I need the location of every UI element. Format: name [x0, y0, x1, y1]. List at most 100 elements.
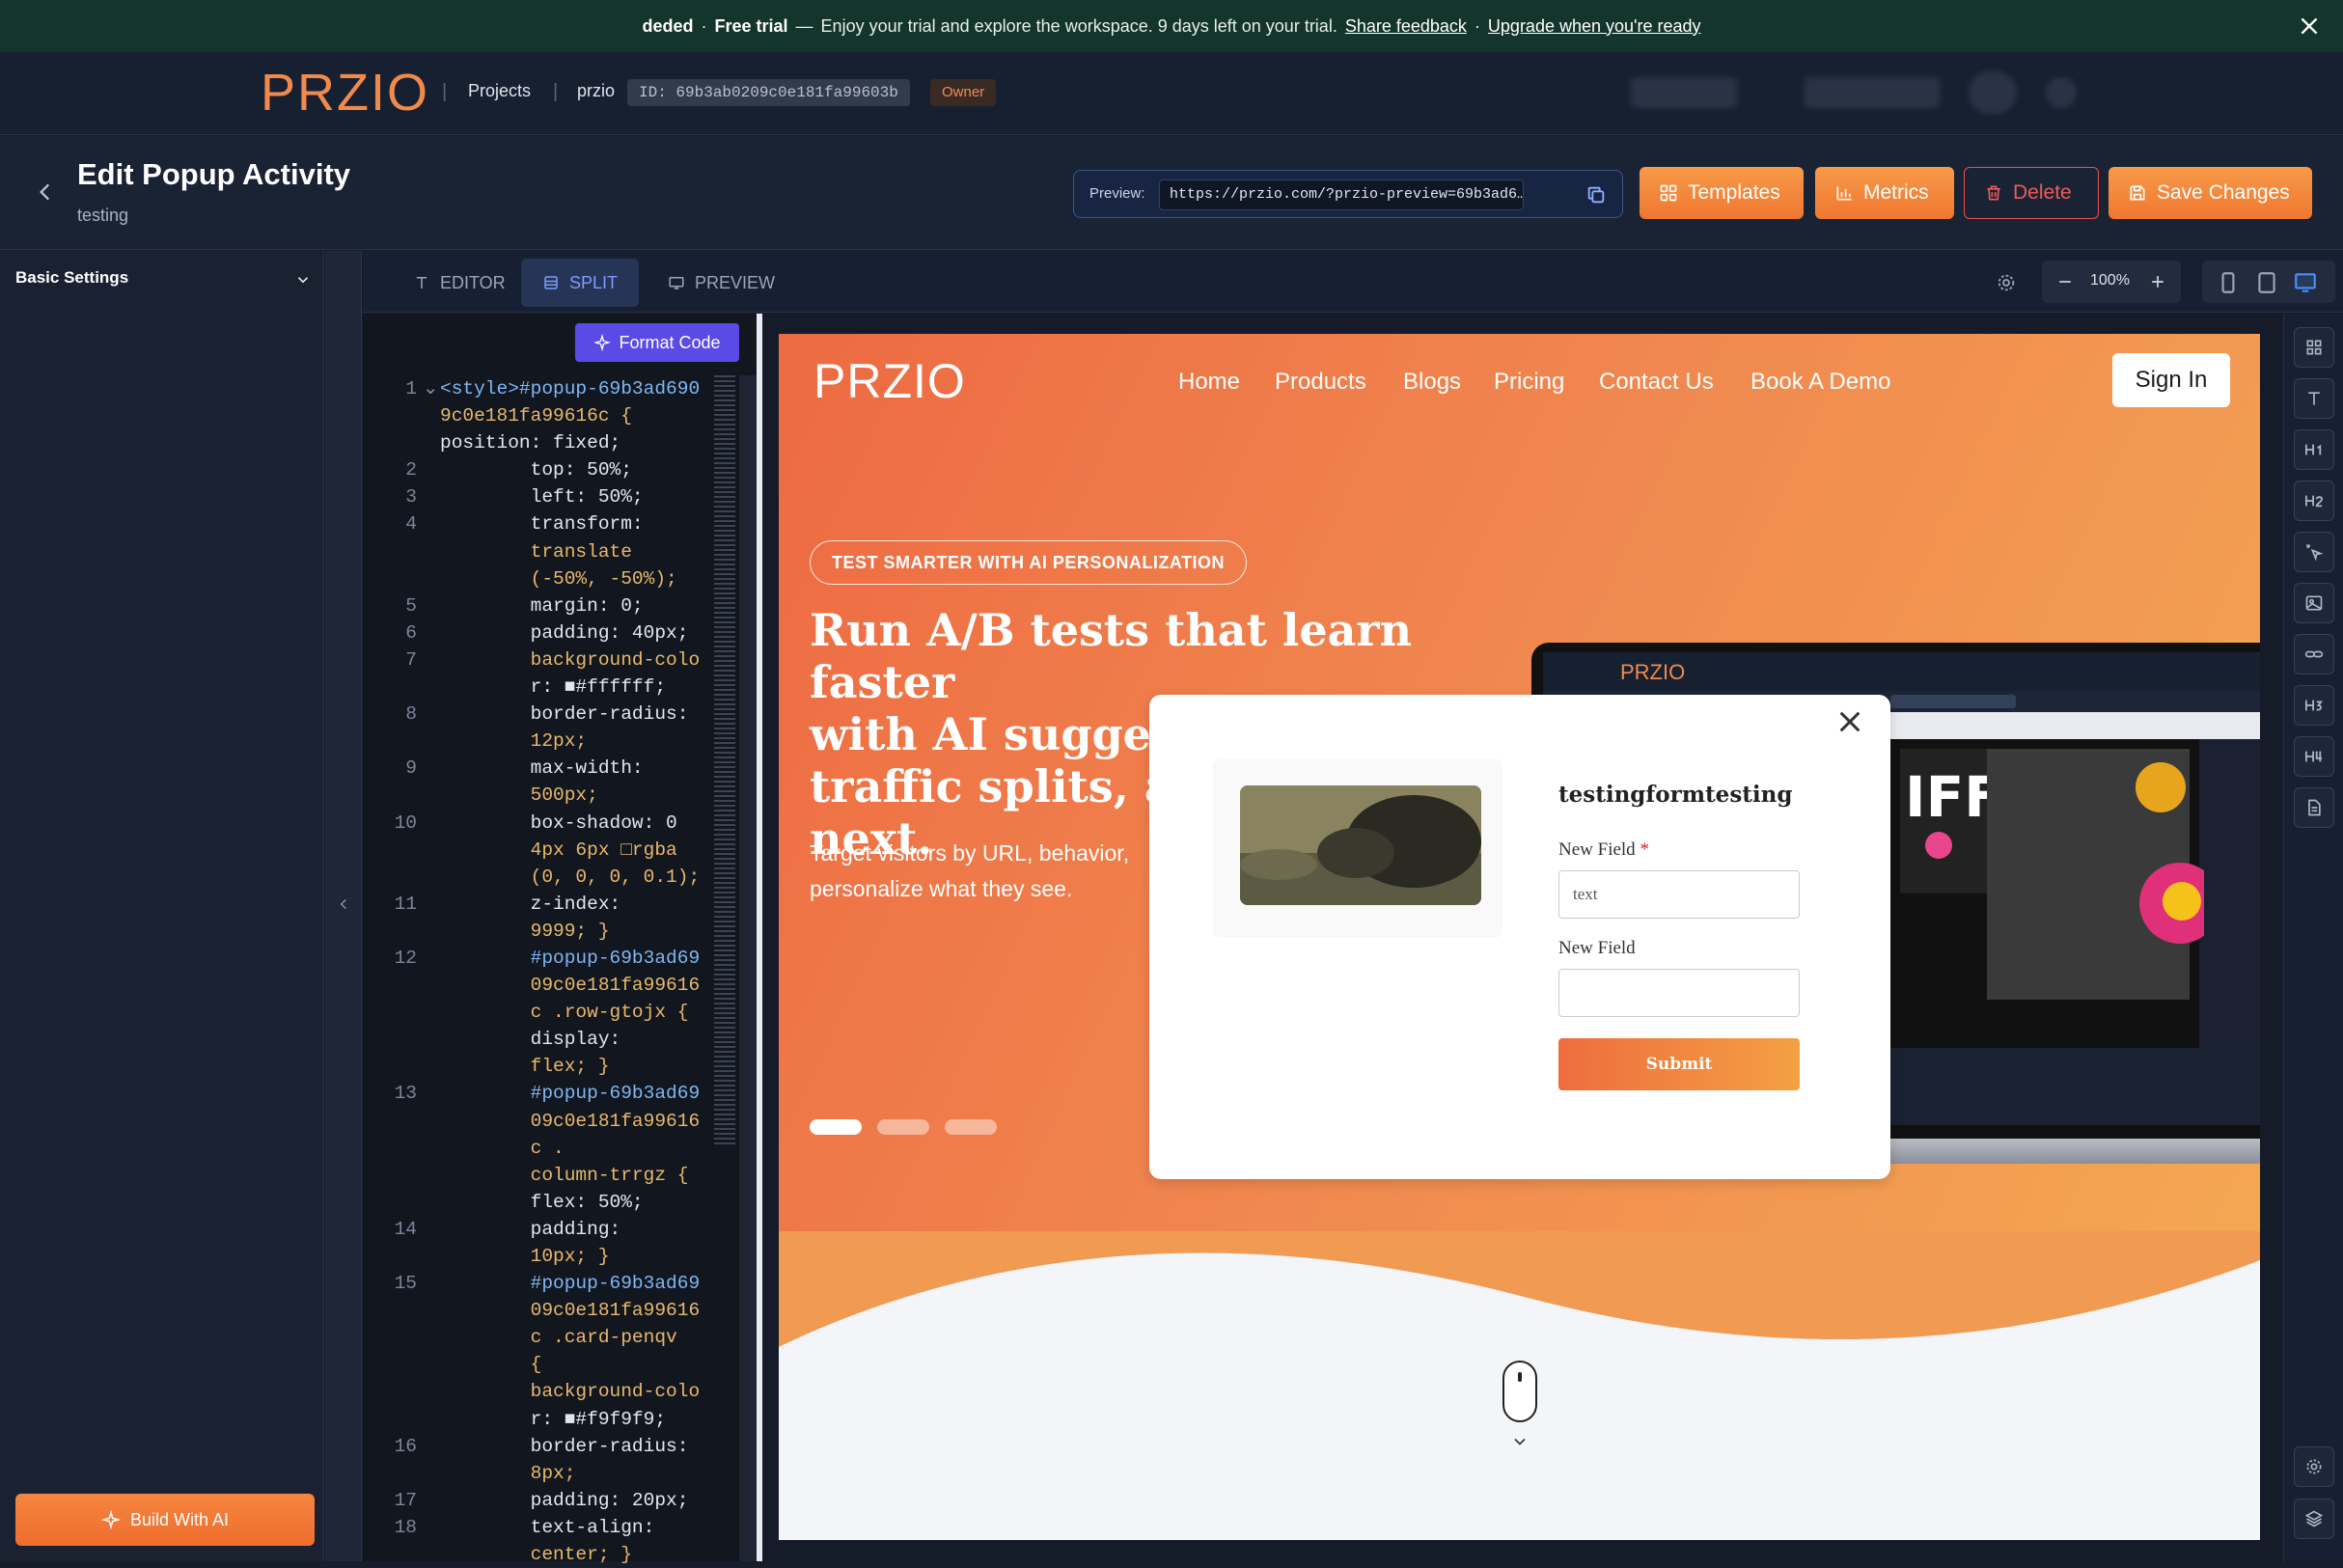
zoom-in-icon[interactable]	[2148, 272, 2167, 291]
code-line[interactable]: 11 z-index:	[363, 891, 730, 918]
code-line[interactable]: r: ■#f9f9f9;	[363, 1406, 730, 1433]
website-preview[interactable]: PRZIO Home Products Blogs Pricing Contac…	[779, 334, 2260, 1540]
code-line[interactable]: 2 top: 50%;	[363, 456, 730, 483]
code-line[interactable]: 10 box-shadow: 0	[363, 810, 730, 837]
code-line[interactable]: 15 #popup-69b3ad69	[363, 1270, 730, 1297]
share-feedback-link[interactable]: Share feedback	[1345, 16, 1467, 37]
code-line[interactable]: r: ■#ffffff;	[363, 674, 730, 701]
code-line[interactable]: 9999; }	[363, 918, 730, 945]
code-line[interactable]: {	[363, 1351, 730, 1378]
field1-input[interactable]: text	[1558, 870, 1800, 919]
chevron-down-icon[interactable]	[294, 271, 312, 289]
h1-block-button[interactable]	[2294, 429, 2334, 470]
code-scrollbar[interactable]	[739, 375, 757, 1561]
zoom-out-icon[interactable]	[2055, 272, 2075, 291]
close-icon[interactable]	[2297, 14, 2322, 39]
carousel-dot[interactable]	[945, 1119, 997, 1135]
code-line[interactable]: 9c0e181fa99616c {	[363, 402, 730, 429]
code-line[interactable]: 17 padding: 20px;	[363, 1487, 730, 1514]
h4-block-button[interactable]	[2294, 736, 2334, 777]
code-line[interactable]: c .card-penqv	[363, 1324, 730, 1351]
code-line[interactable]: 4 transform:	[363, 510, 730, 537]
form-block-button[interactable]	[2294, 787, 2334, 828]
build-with-ai-button[interactable]: Build With AI	[15, 1494, 315, 1546]
code-line[interactable]: translate	[363, 538, 730, 565]
close-icon[interactable]	[1834, 706, 1865, 737]
metrics-button[interactable]: Metrics	[1815, 167, 1954, 219]
link-block-button[interactable]	[2294, 634, 2334, 674]
code-line[interactable]: 7 background-colo	[363, 646, 730, 674]
copy-icon[interactable]	[1585, 184, 1607, 206]
carousel-dot-active[interactable]	[810, 1119, 862, 1135]
preview-url-field[interactable]: https://przio.com/?przio-preview=69b3ad6…	[1159, 179, 1524, 210]
code-line[interactable]: display:	[363, 1026, 730, 1053]
code-line[interactable]: 10px; }	[363, 1243, 730, 1270]
layers-button[interactable]	[2294, 1499, 2334, 1539]
code-line[interactable]: 12 #popup-69b3ad69	[363, 945, 730, 972]
code-line[interactable]: 09c0e181fa99616	[363, 1108, 730, 1135]
przio-logo[interactable]: PRZIO	[261, 64, 429, 122]
code-line[interactable]: 16 border-radius:	[363, 1433, 730, 1460]
image-block-button[interactable]	[2294, 583, 2334, 623]
project-name[interactable]: przio	[577, 81, 615, 101]
site-nav-home[interactable]: Home	[1178, 369, 1240, 396]
code-line[interactable]: 14 padding:	[363, 1216, 730, 1243]
blurred-nav-item[interactable]	[1631, 77, 1737, 108]
fold-chevron-icon[interactable]: ⌄	[417, 375, 440, 402]
code-line[interactable]: 500px;	[363, 782, 730, 809]
code-line[interactable]: 3 left: 50%;	[363, 483, 730, 510]
code-line[interactable]: c .row-gtojx {	[363, 999, 730, 1026]
code-line[interactable]: 6 padding: 40px;	[363, 619, 730, 646]
format-code-button[interactable]: Format Code	[575, 323, 739, 362]
submit-button[interactable]: Submit	[1558, 1038, 1800, 1090]
tab-editor[interactable]: EDITOR	[392, 259, 527, 307]
code-line[interactable]: 8 border-radius:	[363, 701, 730, 728]
code-line[interactable]: 1 ⌄ <style>#popup-69b3ad690	[363, 375, 730, 402]
settings-button[interactable]	[2294, 1446, 2334, 1487]
sidebar-collapse-rail[interactable]	[325, 251, 362, 1561]
templates-button[interactable]: Templates	[1640, 167, 1804, 219]
save-changes-button[interactable]: Save Changes	[2109, 167, 2312, 219]
menu-icon[interactable]	[2046, 77, 2077, 108]
code-line[interactable]: 09c0e181fa99616	[363, 1297, 730, 1324]
tab-split[interactable]: SPLIT	[521, 259, 640, 307]
tablet-icon[interactable]	[2254, 270, 2279, 295]
projects-link[interactable]: Projects	[468, 81, 531, 101]
site-logo[interactable]: PRZIO	[813, 353, 966, 409]
code-editor-panel[interactable]: Format Code 1 ⌄ <style>#popup-69b3ad690 9c0…	[363, 314, 758, 1565]
site-nav-pricing[interactable]: Pricing	[1494, 369, 1564, 396]
code-line[interactable]: column-trrgz {	[363, 1162, 730, 1189]
h3-block-button[interactable]	[2294, 685, 2334, 726]
avatar[interactable]	[1969, 71, 2017, 114]
code-lines[interactable]: 1 ⌄ <style>#popup-69b3ad690 9c0e181fa99616c…	[363, 375, 730, 1568]
gear-icon[interactable]	[1996, 272, 2017, 293]
site-nav-blogs[interactable]: Blogs	[1403, 369, 1461, 396]
code-line[interactable]: 12px;	[363, 728, 730, 755]
code-line[interactable]: c .	[363, 1135, 730, 1162]
delete-button[interactable]: Delete	[1964, 167, 2099, 219]
site-nav-contact[interactable]: Contact Us	[1599, 369, 1714, 396]
code-line[interactable]: (-50%, -50%);	[363, 565, 730, 592]
code-line[interactable]: flex: 50%;	[363, 1189, 730, 1216]
code-line[interactable]: background-colo	[363, 1378, 730, 1405]
tab-preview[interactable]: PREVIEW	[647, 259, 796, 307]
text-block-button[interactable]	[2294, 378, 2334, 419]
basic-settings-header[interactable]: Basic Settings	[15, 268, 128, 288]
code-line[interactable]: 18 text-align:	[363, 1514, 730, 1541]
back-icon[interactable]	[33, 179, 58, 205]
site-nav-products[interactable]: Products	[1275, 369, 1366, 396]
phone-icon[interactable]	[2216, 270, 2241, 295]
blurred-nav-item[interactable]	[1805, 77, 1940, 108]
code-line[interactable]: 4px 6px □rgba	[363, 837, 730, 864]
code-line[interactable]: flex; }	[363, 1053, 730, 1080]
code-line[interactable]: position: fixed;	[363, 429, 730, 456]
code-line[interactable]: 13 #popup-69b3ad69	[363, 1080, 730, 1107]
carousel-dot[interactable]	[877, 1119, 929, 1135]
desktop-icon[interactable]	[2293, 270, 2318, 295]
code-line[interactable]: center; }	[363, 1541, 730, 1568]
sign-in-button[interactable]: Sign In	[2112, 353, 2230, 407]
chevron-left-icon[interactable]	[335, 895, 352, 913]
site-nav-book-demo[interactable]: Book A Demo	[1750, 369, 1890, 396]
code-line[interactable]: (0, 0, 0, 0.1);	[363, 864, 730, 891]
code-line[interactable]: 09c0e181fa99616	[363, 972, 730, 999]
